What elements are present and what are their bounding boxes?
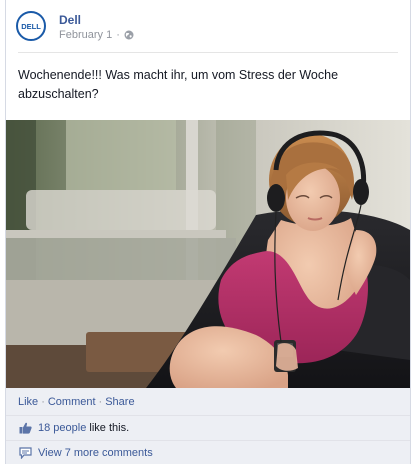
header-divider <box>18 52 398 53</box>
ufi-bar: Like · Comment · Share 18 people like this. … <box>6 388 410 464</box>
likes-suffix: like this. <box>89 422 130 434</box>
likes-row: 18 people like this. <box>6 415 410 441</box>
comments-row: View 7 more comments <box>6 440 410 466</box>
like-link[interactable]: Like <box>18 396 38 408</box>
view-more-comments-link[interactable]: View 7 more comments <box>38 447 153 459</box>
dell-logo-icon: DELL <box>19 14 43 38</box>
likers-link[interactable]: 18 people <box>38 422 86 434</box>
post-actions: Like · Comment · Share <box>18 396 135 408</box>
comment-icon <box>19 447 32 459</box>
page-name-link[interactable]: Dell <box>59 13 81 27</box>
post-message: Wochenende!!! Was macht ihr, um vom Stre… <box>18 68 339 101</box>
post-header: DELL Dell February 1 · <box>6 0 410 52</box>
meta-separator: · <box>116 29 120 41</box>
post-photo[interactable] <box>6 120 410 388</box>
post-date-link[interactable]: February 1 <box>59 29 112 41</box>
action-separator: · <box>41 396 45 408</box>
globe-icon[interactable] <box>124 30 134 40</box>
woman-with-headphones-photo <box>6 120 410 388</box>
view-more-comments: View 7 more comments <box>38 447 153 459</box>
share-link[interactable]: Share <box>105 396 134 408</box>
likes-summary: 18 people like this. <box>38 422 129 434</box>
feed-post: DELL Dell February 1 · Wochenende!!! Was … <box>5 0 411 464</box>
dell-logo-avatar[interactable]: DELL <box>16 11 46 41</box>
logo-text: DELL <box>21 22 41 31</box>
comment-link[interactable]: Comment <box>48 396 96 408</box>
action-separator: · <box>98 396 103 408</box>
thumbs-up-icon <box>19 422 32 434</box>
post-meta: February 1 · <box>59 29 134 41</box>
